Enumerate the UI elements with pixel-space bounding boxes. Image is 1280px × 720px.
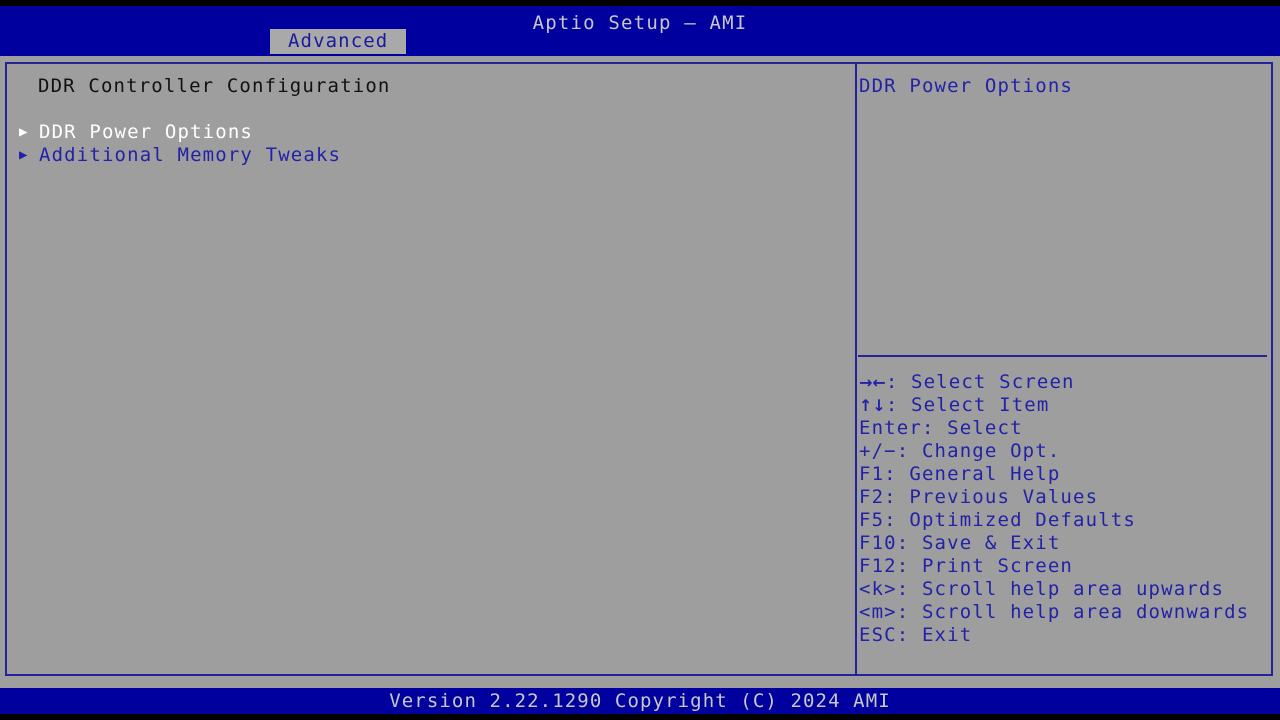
key-legend-label: F10: Save & Exit [859,532,1060,554]
key-legend-row-3: +/−: Change Opt. [859,440,1269,463]
key-legend-row-2: Enter: Select [859,417,1269,440]
page-title: DDR Controller Configuration [38,75,391,97]
key-legend-row-4: F1: General Help [859,463,1269,486]
key-legend-label: F1: General Help [859,463,1060,485]
key-legend-row-6: F5: Optimized Defaults [859,509,1269,532]
help-description: DDR Power Options [859,75,1267,98]
help-divider [858,355,1267,357]
arrow-keys-icon: ↑↓ [859,396,886,415]
tab-advanced[interactable]: Advanced [270,29,406,54]
submenu-arrow-icon: ▶ [19,121,39,144]
key-legend-label: : Select Screen [886,371,1075,393]
key-legend-label: Enter: Select [859,417,1023,439]
key-legend-row-5: F2: Previous Values [859,486,1269,509]
key-legend-label: ESC: Exit [859,624,972,646]
arrow-keys-icon: →← [859,373,886,392]
key-legend-row-0: →←: Select Screen [859,371,1269,394]
menu-item-label: Additional Memory Tweaks [39,144,341,167]
footer-bar: Version 2.22.1290 Copyright (C) 2024 AMI [0,688,1280,714]
key-legend-row-11: ESC: Exit [859,624,1269,647]
key-legend-label: F5: Optimized Defaults [859,509,1136,531]
key-legend-row-8: F12: Print Screen [859,555,1269,578]
tab-strip: Advanced [0,29,1280,56]
submenu-arrow-icon: ▶ [19,144,39,167]
version-label: Version 2.22.1290 Copyright (C) 2024 AMI [0,690,1280,712]
bios-setup-screen: Aptio Setup – AMI Advanced DDR Controlle… [0,0,1280,720]
settings-menu-column: DDR Controller Configuration ▶DDR Power … [7,64,853,674]
menu-item-0[interactable]: ▶DDR Power Options [7,121,853,144]
menu-item-label: DDR Power Options [39,121,253,144]
key-legend-label: +/−: Change Opt. [859,440,1060,462]
key-legend-list: →←: Select Screen↑↓: Select ItemEnter: S… [859,371,1269,647]
key-legend-row-7: F10: Save & Exit [859,532,1269,555]
key-legend-row-10: <m>: Scroll help area downwards [859,601,1269,624]
key-legend-label: <m>: Scroll help area downwards [859,601,1249,623]
key-legend-label: : Select Item [886,394,1050,416]
key-legend-label: F12: Print Screen [859,555,1073,577]
help-column: DDR Power Options →←: Select Screen↑↓: S… [857,64,1271,674]
settings-menu-list: ▶DDR Power Options▶Additional Memory Twe… [7,121,853,167]
key-legend-row-9: <k>: Scroll help area upwards [859,578,1269,601]
key-legend-row-1: ↑↓: Select Item [859,394,1269,417]
key-legend-label: F2: Previous Values [859,486,1098,508]
menu-item-1[interactable]: ▶Additional Memory Tweaks [7,144,853,167]
key-legend-label: <k>: Scroll help area upwards [859,578,1224,600]
